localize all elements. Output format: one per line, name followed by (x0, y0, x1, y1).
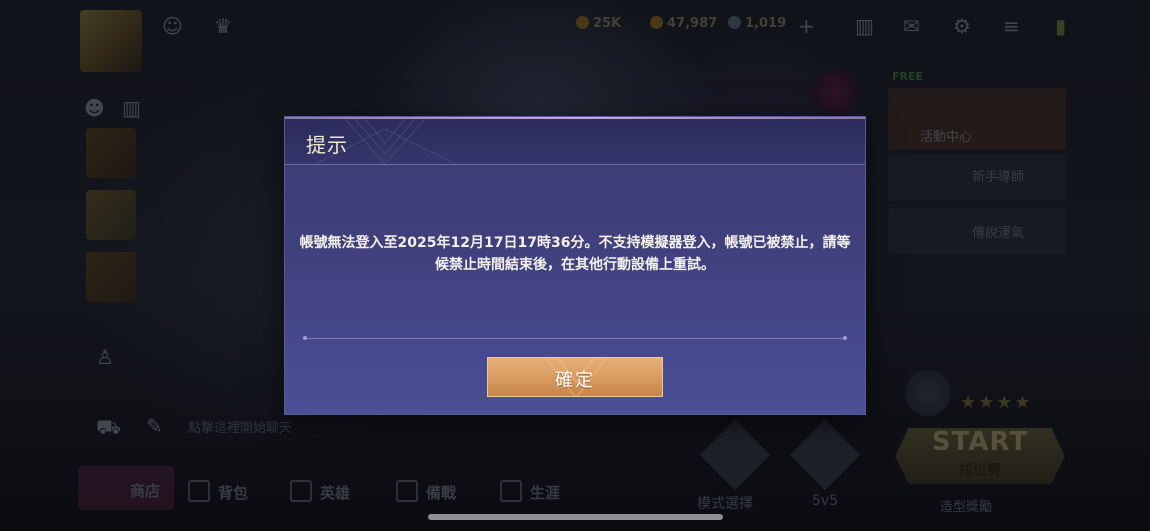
dialog-header: 提示 (285, 119, 865, 165)
notice-dialog: 提示 帳號無法登入至2025年12月17日17時36分。不支持模擬器登入，帳號已… (285, 117, 865, 414)
dialog-title: 提示 (306, 133, 348, 157)
dialog-message: 帳號無法登入至2025年12月17日17時36分。不支持模擬器登入，帳號已被禁止… (299, 235, 851, 273)
confirm-button[interactable]: 確定 (487, 357, 663, 397)
dialog-divider (303, 336, 847, 340)
confirm-button-label: 確定 (555, 370, 595, 391)
home-indicator[interactable] (428, 514, 723, 520)
